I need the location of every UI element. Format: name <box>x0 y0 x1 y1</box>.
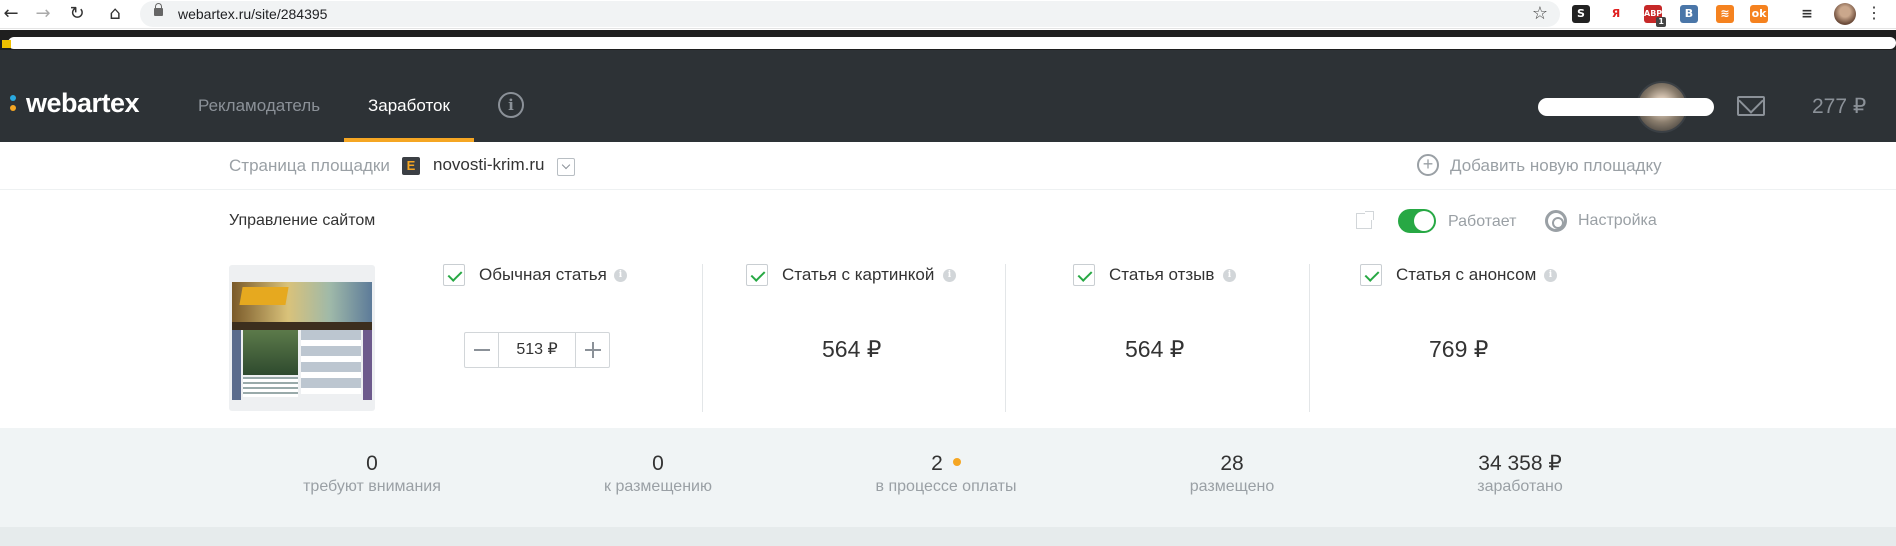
forward-icon[interactable]: → <box>32 3 54 25</box>
mail-icon[interactable] <box>1737 96 1765 116</box>
page-footer-band <box>0 527 1896 546</box>
browser-profile-avatar[interactable] <box>1834 3 1856 25</box>
url-text: webartex.ru/site/284395 <box>178 6 328 22</box>
info-icon[interactable]: i <box>498 92 524 118</box>
article-type-label: Обычная статья <box>479 265 607 284</box>
rss-extension-icon[interactable]: ≋ <box>1716 5 1734 23</box>
logo-dots-icon <box>10 93 20 115</box>
adblock-extension-icon[interactable]: ABP 1 <box>1644 5 1666 27</box>
article-type-checkbox[interactable] <box>746 264 768 286</box>
stats-panel: 0 требуют внимания 0 к размещению 2 в пр… <box>0 428 1896 527</box>
address-bar[interactable]: webartex.ru/site/284395 ☆ <box>140 1 1560 27</box>
stat-value: 34 358 ₽ <box>1478 452 1562 475</box>
external-link-icon[interactable] <box>1356 211 1374 229</box>
article-type-label: Статья отзыв <box>1109 265 1215 284</box>
price-stepper[interactable]: 513 ₽ <box>464 332 610 368</box>
stat-label: требуют внимания <box>303 478 441 495</box>
home-icon[interactable]: ⌂ <box>104 3 126 25</box>
nav-advertiser[interactable]: Рекламодатель <box>198 96 320 116</box>
stat-value: 28 <box>1220 452 1244 475</box>
article-type-label: Статья с анонсом <box>1396 265 1537 284</box>
manage-site-title: Управление сайтом <box>229 212 376 229</box>
stat-in-payment[interactable]: 2 в процессе оплаты <box>826 452 1066 496</box>
bookmark-icon <box>2 40 11 48</box>
add-circle-icon[interactable]: + <box>1417 154 1439 176</box>
site-status-toggle[interactable] <box>1398 209 1436 233</box>
article-price: 564 ₽ <box>822 336 882 362</box>
site-page-label: Страница площадки <box>229 156 390 175</box>
stat-placed[interactable]: 28 размещено <box>1112 452 1352 496</box>
site-header: webartex Рекламодатель Заработок i 277 ₽ <box>0 50 1896 142</box>
info-icon[interactable]: i <box>943 269 956 282</box>
stat-attention[interactable]: 0 требуют внимания <box>252 452 492 496</box>
article-type-checkbox[interactable] <box>1073 264 1095 286</box>
playlist-icon[interactable]: ≡ <box>1798 5 1816 23</box>
gear-icon[interactable] <box>1545 210 1567 232</box>
browser-menu-icon[interactable]: ⋮ <box>1866 3 1882 23</box>
webartex-logo[interactable]: webartex <box>10 88 140 119</box>
stat-label: к размещению <box>604 478 712 495</box>
back-icon[interactable]: ← <box>0 3 22 25</box>
article-price: 564 ₽ <box>1125 336 1185 362</box>
stat-value: 0 <box>652 452 664 475</box>
plus-icon[interactable] <box>575 333 609 367</box>
vk-extension-icon[interactable]: В <box>1680 5 1698 23</box>
user-name-redacted <box>1538 98 1714 116</box>
stat-label: заработано <box>1477 478 1563 495</box>
column-divider <box>1005 264 1006 412</box>
article-type-checkbox[interactable] <box>1360 264 1382 286</box>
article-price: 769 ₽ <box>1429 336 1489 362</box>
stat-label: в процессе оплаты <box>875 478 1017 495</box>
extension-icon-1[interactable]: S <box>1572 5 1590 23</box>
site-name[interactable]: novosti-krim.ru <box>433 155 544 175</box>
extension-badge: 1 <box>1656 17 1666 27</box>
browser-toolbar: ← → ↻ ⌂ webartex.ru/site/284395 ☆ S Я AB… <box>0 0 1896 29</box>
logo-text: webartex <box>26 88 140 118</box>
nav-earnings[interactable]: Заработок <box>368 96 450 116</box>
account-balance[interactable]: 277 ₽ <box>1812 94 1866 119</box>
article-type-checkbox[interactable] <box>443 264 465 286</box>
stat-label: размещено <box>1189 478 1275 495</box>
stat-to-place[interactable]: 0 к размещению <box>538 452 778 496</box>
column-divider <box>1309 264 1310 412</box>
site-selector-row: Страница площадки E novosti-krim.ru + До… <box>0 142 1896 190</box>
price-input[interactable]: 513 ₽ <box>499 333 575 367</box>
bookmark-star-icon[interactable]: ☆ <box>1532 3 1548 24</box>
article-type-label: Статья с картинкой <box>782 265 935 284</box>
site-status-label: Работает <box>1448 213 1517 230</box>
info-icon[interactable]: i <box>1544 269 1557 282</box>
pending-dot-icon <box>952 458 961 467</box>
minus-icon[interactable] <box>465 333 499 367</box>
column-divider <box>702 264 703 412</box>
redaction-bar <box>8 37 1896 49</box>
lock-icon <box>154 3 163 16</box>
site-thumbnail[interactable] <box>229 265 375 411</box>
site-type-icon: E <box>402 157 420 175</box>
info-icon[interactable]: i <box>1223 269 1236 282</box>
add-site-link[interactable]: Добавить новую площадку <box>1450 156 1662 176</box>
yandex-extension-icon[interactable]: Я <box>1607 5 1625 23</box>
stat-value: 0 <box>366 452 378 475</box>
settings-link[interactable]: Настройка <box>1578 212 1657 230</box>
chevron-down-icon[interactable] <box>557 158 575 176</box>
reload-icon[interactable]: ↻ <box>66 3 88 25</box>
ok-extension-icon[interactable]: ok <box>1750 5 1768 23</box>
stat-earned[interactable]: 34 358 ₽ заработано <box>1400 452 1640 496</box>
info-icon[interactable]: i <box>614 269 627 282</box>
stat-value: 2 <box>931 452 943 475</box>
